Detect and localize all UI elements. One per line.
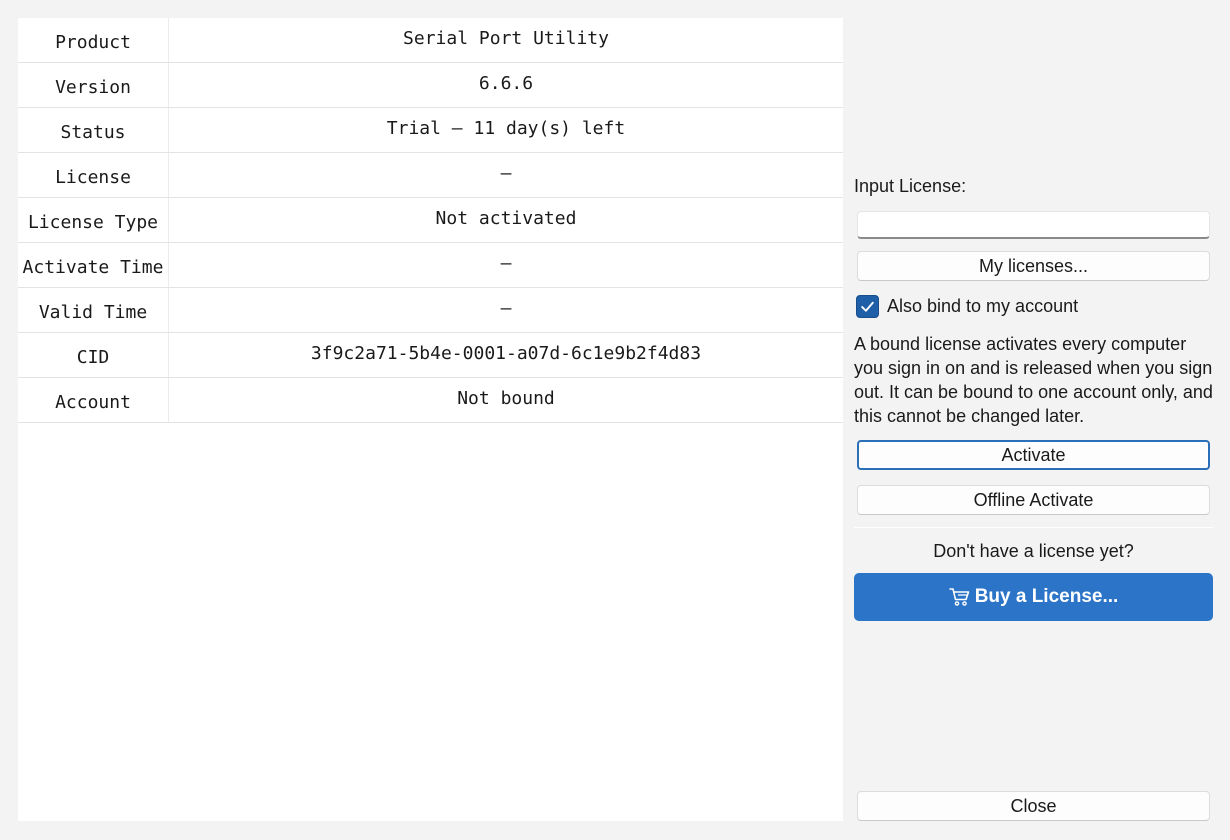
info-key: Status bbox=[18, 108, 169, 152]
info-value: — bbox=[500, 297, 512, 319]
my-licenses-button[interactable]: My licenses... bbox=[857, 251, 1210, 281]
activation-panel: Input License: My licenses... Also bind … bbox=[854, 0, 1214, 840]
bind-account-label: Also bind to my account bbox=[887, 296, 1079, 316]
info-value: Not activated bbox=[435, 207, 577, 229]
activate-button[interactable]: Activate bbox=[857, 440, 1210, 470]
info-value: Trial — 11 day(s) left bbox=[386, 117, 626, 139]
info-value: Not bound bbox=[457, 387, 555, 409]
info-row-version: Version 6.6.6 bbox=[18, 63, 843, 108]
info-row-account: Account Not bound bbox=[18, 378, 843, 423]
offline-activate-button[interactable]: Offline Activate bbox=[857, 485, 1210, 515]
info-row-license-type: License Type Not activated bbox=[18, 198, 843, 243]
info-row-product: Product Serial Port Utility bbox=[18, 18, 843, 63]
info-key: Product bbox=[18, 18, 169, 62]
checkmark-icon bbox=[861, 301, 874, 312]
no-license-prompt: Don't have a license yet? bbox=[933, 541, 1134, 561]
input-license-label: Input License: bbox=[854, 176, 967, 196]
info-key: Version bbox=[18, 63, 169, 107]
info-key: Account bbox=[18, 378, 169, 422]
bind-account-checkbox-row[interactable]: Also bind to my account bbox=[856, 295, 1078, 318]
info-value: 3f9c2a71-5b4e-0001-a07d-6c1e9b2f4d83 bbox=[310, 342, 702, 364]
info-key: Valid Time bbox=[18, 288, 169, 332]
info-key: License bbox=[18, 153, 169, 197]
license-input[interactable] bbox=[857, 211, 1210, 239]
info-key: License Type bbox=[18, 198, 169, 242]
info-key: Activate Time bbox=[18, 243, 169, 287]
info-value: 6.6.6 bbox=[478, 72, 534, 94]
buy-license-button[interactable]: Buy a License... bbox=[854, 573, 1213, 621]
bind-description: A bound license activates every computer… bbox=[854, 334, 1213, 426]
buy-license-label: Buy a License... bbox=[974, 586, 1119, 607]
info-row-valid-time: Valid Time — bbox=[18, 288, 843, 333]
divider bbox=[854, 527, 1213, 528]
info-row-status: Status Trial — 11 day(s) left bbox=[18, 108, 843, 153]
shopping-cart-icon bbox=[948, 587, 971, 607]
license-dialog: Product Serial Port Utility Version 6.6.… bbox=[0, 0, 1230, 840]
license-info-table: Product Serial Port Utility Version 6.6.… bbox=[18, 18, 843, 821]
info-row-cid: CID 3f9c2a71-5b4e-0001-a07d-6c1e9b2f4d83 bbox=[18, 333, 843, 378]
info-row-license: License — bbox=[18, 153, 843, 198]
info-key: CID bbox=[18, 333, 169, 377]
close-button[interactable]: Close bbox=[857, 791, 1210, 821]
info-value: — bbox=[500, 252, 512, 274]
bind-account-checkbox[interactable] bbox=[856, 295, 879, 318]
info-value: — bbox=[500, 162, 512, 184]
info-value: Serial Port Utility bbox=[403, 27, 609, 49]
info-row-activate-time: Activate Time — bbox=[18, 243, 843, 288]
